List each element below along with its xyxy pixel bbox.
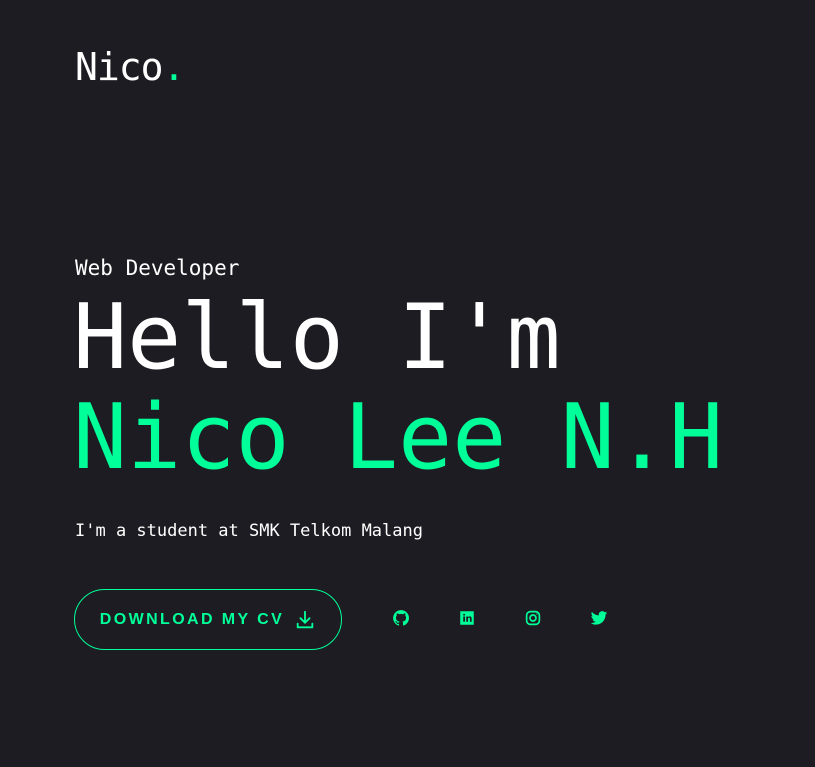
download-cv-button[interactable]: Download my CV [74, 589, 342, 650]
github-icon [392, 609, 410, 631]
logo[interactable]: Nico. [75, 44, 186, 90]
instagram-link[interactable] [516, 603, 550, 637]
hero-bio: I'm a student at SMK Telkom Malang [75, 521, 423, 541]
linkedin-link[interactable] [450, 603, 484, 637]
hero-name: Nico Lee N.H [73, 385, 724, 490]
linkedin-icon [458, 609, 476, 631]
logo-text: Nico [75, 45, 164, 89]
social-links [384, 603, 616, 637]
logo-dot: . [162, 45, 186, 89]
instagram-icon [524, 609, 542, 631]
download-icon [294, 609, 316, 631]
hero-greeting: Hello I'm [73, 285, 561, 390]
twitter-link[interactable] [582, 603, 616, 637]
github-link[interactable] [384, 603, 418, 637]
download-cv-label: Download my CV [99, 610, 285, 628]
hero-role: Web Developer [75, 256, 240, 280]
twitter-icon [590, 609, 608, 631]
